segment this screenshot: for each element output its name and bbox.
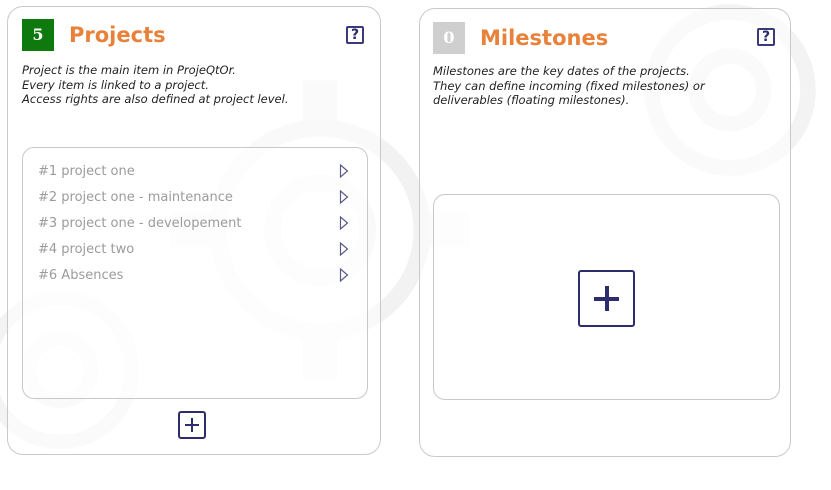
description-line: Access rights are also defined at projec… [22, 92, 289, 106]
project-list-item[interactable]: #2 project one - maintenance [38, 188, 353, 208]
chevron-right-icon [339, 268, 349, 282]
milestones-description: Milestones are the key dates of the proj… [433, 64, 705, 108]
description-line: Milestones are the key dates of the proj… [433, 64, 690, 78]
milestones-title: Milestones [480, 26, 609, 50]
project-item-label: #6 Absences [38, 268, 124, 283]
project-item-label: #4 project two [38, 242, 135, 257]
milestones-list [433, 194, 780, 400]
chevron-right-icon [339, 190, 349, 204]
project-item-label: #2 project one - maintenance [38, 190, 233, 205]
project-list-item[interactable]: #4 project two [38, 240, 353, 260]
projects-card: 5 Projects ? Project is the main item in… [7, 6, 381, 455]
milestones-help-button[interactable]: ? [757, 28, 775, 46]
project-item-label: #3 project one - developement [38, 216, 242, 231]
project-list-item[interactable]: #6 Absences [38, 266, 353, 286]
description-line: Project is the main item in ProjeQtOr. [22, 63, 236, 77]
description-line: They can define incoming (fixed mileston… [433, 78, 705, 93]
projects-help-button[interactable]: ? [346, 26, 364, 44]
milestones-card: 0 Milestones ? Milestones are the key da… [419, 8, 791, 457]
project-list-item[interactable]: #1 project one [38, 162, 353, 182]
description-line: Every item is linked to a project. [22, 77, 209, 92]
project-list-item[interactable]: #3 project one - developement [38, 214, 353, 234]
project-item-label: #1 project one [38, 164, 135, 179]
projects-count-badge: 5 [22, 19, 54, 51]
add-milestone-button[interactable] [578, 270, 635, 327]
chevron-right-icon [339, 216, 349, 230]
description-line: deliverables (floating milestones). [433, 93, 630, 107]
chevron-right-icon [339, 242, 349, 256]
projects-description: Project is the main item in ProjeQtOr. E… [22, 63, 288, 107]
projects-title: Projects [69, 23, 166, 47]
milestones-count-badge: 0 [433, 22, 465, 54]
projects-list: #1 project one #2 project one - maintena… [22, 147, 368, 399]
add-project-button[interactable] [178, 411, 206, 439]
chevron-right-icon [339, 164, 349, 178]
